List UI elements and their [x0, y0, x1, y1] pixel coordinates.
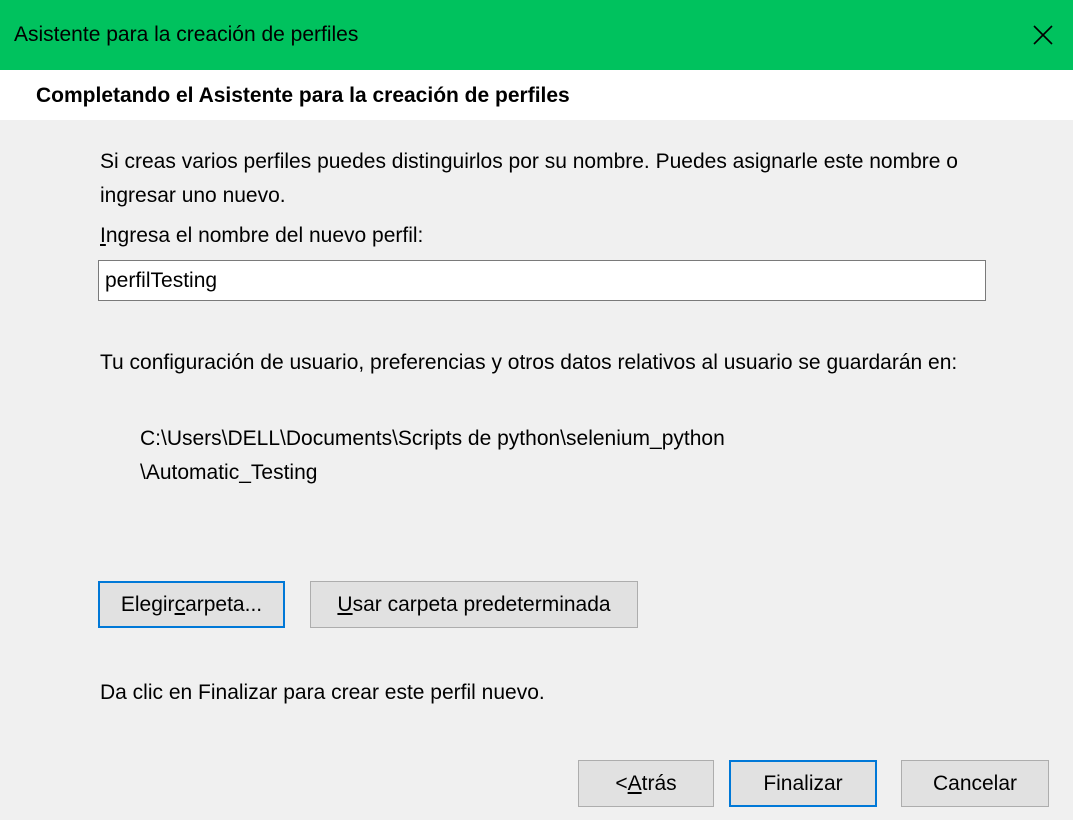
back-label-start: <	[615, 771, 628, 795]
profile-path: C:\Users\DELL\Documents\Scripts de pytho…	[140, 422, 725, 490]
name-label-text: ngresa el nombre del nuevo perfil:	[105, 224, 424, 247]
choose-folder-label-end: arpeta...	[185, 592, 263, 616]
finish-hint: Da clic en Finalizar para crear este per…	[100, 681, 545, 704]
profile-description: Si creas varios perfiles puedes distingu…	[100, 150, 958, 207]
finish-button[interactable]: Finalizar	[729, 760, 877, 807]
window-title: Asistente para la creación de perfiles	[14, 23, 359, 46]
choose-folder-label-start: Elegir	[120, 592, 175, 616]
back-button[interactable]: < Atrás	[578, 760, 714, 807]
close-button[interactable]	[1013, 0, 1073, 70]
use-default-folder-button[interactable]: Usar carpeta predeterminada	[310, 581, 638, 628]
title-bar: Asistente para la creación de perfiles	[0, 0, 1073, 70]
choose-folder-button[interactable]: Elegir c arpeta...	[98, 581, 285, 628]
profile-name-label: Ingresa el nombre del nuevo perfil:	[100, 219, 423, 253]
save-location-description: Tu configuración de usuario, preferencia…	[100, 351, 958, 374]
wizard-content: Si creas varios perfiles puedes distingu…	[0, 120, 1073, 820]
choose-folder-mnemonic: c	[174, 592, 186, 616]
profile-path-line2: \Automatic_Testing	[140, 461, 318, 484]
cancel-button[interactable]: Cancelar	[901, 760, 1049, 807]
profile-path-line1: C:\Users\DELL\Documents\Scripts de pytho…	[140, 427, 725, 450]
back-mnemonic: A	[627, 771, 642, 795]
close-icon	[1033, 25, 1053, 45]
back-label-end: trás	[641, 771, 677, 795]
wizard-page-title: Completando el Asistente para la creació…	[36, 84, 570, 107]
profile-name-input[interactable]	[98, 260, 986, 301]
wizard-header: Completando el Asistente para la creació…	[0, 70, 1073, 120]
default-folder-mnemonic: U	[337, 592, 353, 616]
default-folder-label: sar carpeta predeterminada	[352, 592, 611, 616]
